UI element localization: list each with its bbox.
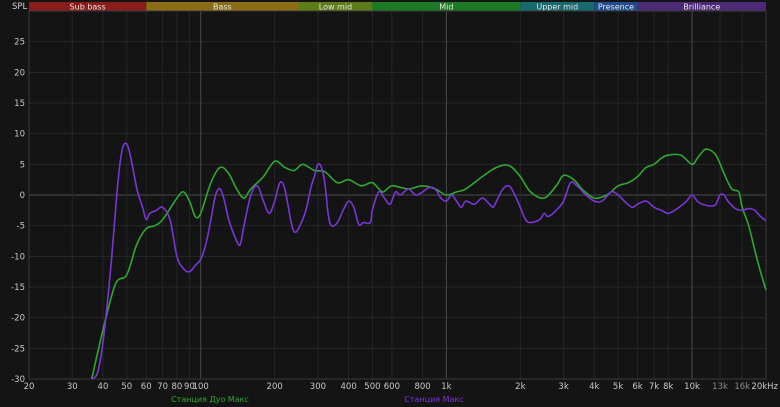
x-tick-label: 60 (141, 382, 152, 392)
y-tick-label: 0 (20, 191, 25, 201)
x-tick-label: 200 (267, 382, 283, 392)
x-tick-label: 20 (24, 382, 35, 392)
frequency-response-chart: Sub bass Bass Low mid Mid Upper mid Presence B… (0, 0, 780, 407)
x-tick-label: 10k (684, 382, 700, 392)
x-tick-label: 40 (98, 382, 109, 392)
y-tick-label: 25 (14, 38, 25, 48)
y-tick-label: -25 (11, 344, 25, 354)
x-tick-label: 100 (193, 382, 209, 392)
y-tick-label: -20 (11, 314, 25, 324)
x-tick-label: 400 (341, 382, 357, 392)
x-tick-label: 3k (558, 382, 568, 392)
x-tick-label: 5k (613, 382, 623, 392)
band-label: Brilliance (683, 3, 720, 12)
legend-entry: Станция Дуо Макс (171, 395, 249, 404)
x-tick-label: 1k (441, 382, 451, 392)
y-tick-label: 10 (14, 130, 25, 140)
y-tick-label: 20 (14, 68, 25, 78)
y-tick-label: -10 (11, 252, 25, 262)
legend-entry: Станция Макс (404, 395, 463, 404)
x-tick-label: 6k (632, 382, 642, 392)
y-tick-label: 5 (20, 160, 25, 170)
x-tick-label: 70 (157, 382, 168, 392)
y-tick-label: -5 (17, 222, 25, 232)
band-label: Bass (213, 3, 232, 12)
x-tick-label: 600 (384, 382, 400, 392)
band-label: Mid (439, 3, 453, 12)
x-tick-label: 80 (171, 382, 182, 392)
band-label: Upper mid (536, 3, 578, 12)
x-tick-label: 4k (589, 382, 599, 392)
x-tick-label: 50 (121, 382, 132, 392)
x-tick-label: 7k (649, 382, 659, 392)
band-label: Low mid (319, 3, 352, 12)
x-tick-label: 800 (414, 382, 430, 392)
x-tick-label: 8k (663, 382, 673, 392)
band-label: Sub bass (70, 3, 106, 12)
band-label: Presence (598, 3, 634, 12)
x-tick-label: 16k (734, 382, 750, 392)
frequency-band-bar: Sub bass Bass Low mid Mid Upper mid Presence B… (29, 2, 766, 12)
x-tick-label: 20kHz (751, 382, 778, 392)
x-tick-label: 2k (515, 382, 525, 392)
x-tick-label: 13k (712, 382, 728, 392)
y-tick-label: 15 (14, 99, 25, 109)
y-tick-label: -15 (11, 283, 25, 293)
x-tick-label: 30 (67, 382, 78, 392)
x-tick-label: 300 (310, 382, 326, 392)
x-tick-label: 500 (364, 382, 380, 392)
y-axis-label: SPL (12, 2, 28, 12)
